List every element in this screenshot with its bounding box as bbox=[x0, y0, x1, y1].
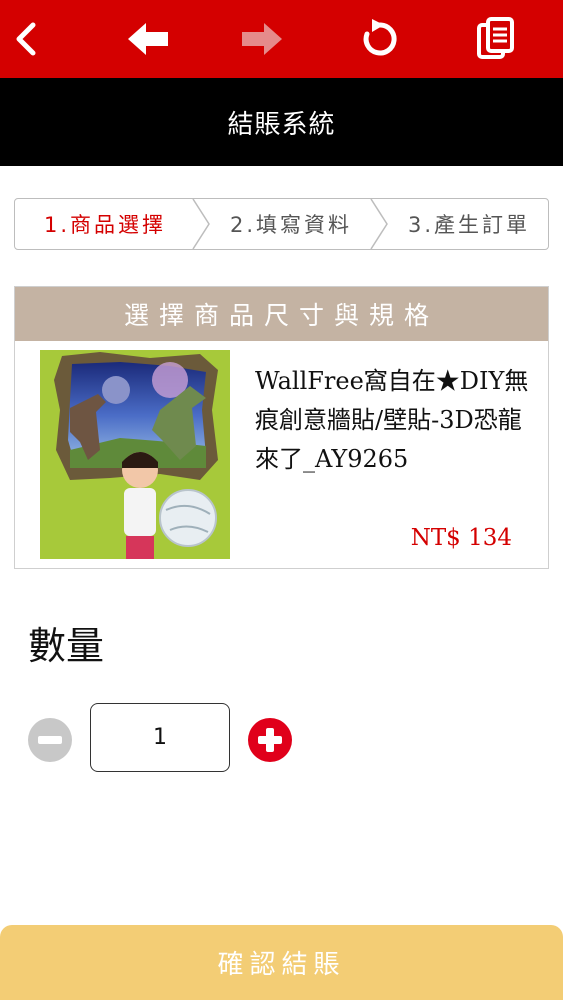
quantity-label: 數量 bbox=[28, 624, 105, 668]
product-card: 選擇商品尺寸與規格 WallFree窩自在★DIY無痕創意牆貼/壁貼-3D恐龍來… bbox=[14, 286, 549, 569]
documents-button[interactable] bbox=[468, 0, 524, 78]
product-name[interactable]: WallFree窩自在★DIY無痕創意牆貼/壁貼-3D恐龍來了_AY9265 bbox=[255, 362, 530, 479]
top-toolbar bbox=[0, 0, 563, 78]
product-image[interactable] bbox=[40, 350, 230, 559]
chevron-left-icon bbox=[16, 22, 36, 56]
forward-arrow-icon bbox=[242, 23, 282, 55]
page-title: 結賬系統 bbox=[0, 78, 563, 166]
product-price: NT$ 134 bbox=[410, 525, 512, 551]
quantity-increase-button[interactable] bbox=[247, 717, 293, 763]
quantity-input[interactable] bbox=[90, 703, 230, 772]
quantity-decrease-button[interactable] bbox=[27, 717, 73, 763]
documents-icon bbox=[477, 17, 514, 59]
step-fill-info: 2.填寫資料 bbox=[229, 213, 353, 237]
back-button[interactable] bbox=[120, 0, 176, 78]
plus-circle-icon bbox=[248, 718, 292, 762]
minus-circle-icon bbox=[28, 718, 72, 762]
product-section-header: 選擇商品尺寸與規格 bbox=[15, 287, 548, 341]
step-separator-icon bbox=[370, 199, 388, 249]
close-back-button[interactable] bbox=[0, 0, 52, 78]
back-arrow-icon bbox=[128, 23, 168, 55]
step-select-product: 1.商品選擇 bbox=[43, 213, 167, 237]
refresh-button[interactable] bbox=[352, 0, 408, 78]
checkout-steps: 1.商品選擇 2.填寫資料 3.產生訂單 bbox=[14, 198, 549, 250]
refresh-icon bbox=[363, 19, 397, 56]
forward-button[interactable] bbox=[234, 0, 290, 78]
step-separator-icon bbox=[192, 199, 210, 249]
step-create-order: 3.產生訂單 bbox=[407, 213, 531, 237]
confirm-checkout-button[interactable]: 確認結賬 bbox=[0, 925, 563, 1000]
